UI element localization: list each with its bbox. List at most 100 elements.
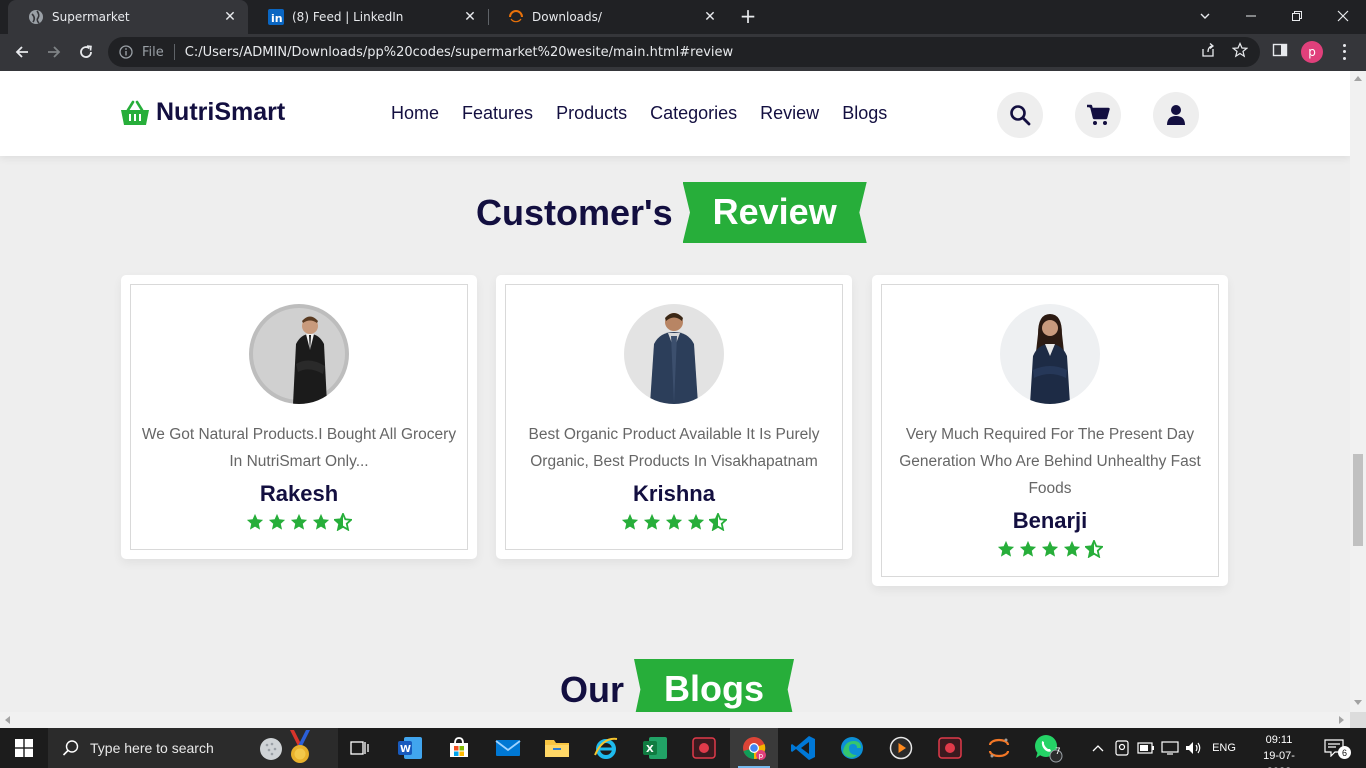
start-button[interactable] (0, 728, 48, 768)
taskbar-jupyter[interactable] (975, 728, 1023, 768)
rating-stars (516, 513, 832, 531)
screen-recorder-icon (692, 737, 716, 759)
svg-text:in: in (271, 12, 283, 25)
close-icon[interactable]: ✕ (702, 9, 718, 25)
restore-button[interactable] (1274, 0, 1320, 32)
forward-button[interactable] (40, 38, 68, 66)
show-hidden-icons-button[interactable] (1088, 728, 1108, 768)
scroll-up-arrow-icon[interactable] (1354, 76, 1362, 81)
golf-ball-icon (260, 738, 282, 760)
profile-avatar[interactable]: p (1301, 41, 1323, 63)
reload-icon (80, 45, 92, 58)
clock-time: 09:11 (1265, 734, 1293, 746)
scroll-left-arrow-icon[interactable] (5, 716, 10, 724)
star-icon (643, 513, 661, 530)
tray-volume[interactable] (1183, 728, 1205, 768)
bookmark-star-icon[interactable] (1231, 41, 1249, 59)
review-card-inner: Best Organic Product Available It Is Pur… (505, 284, 843, 550)
blogs-heading-plain: Our (560, 668, 625, 710)
share-icon[interactable] (1199, 41, 1217, 59)
tab-search-button[interactable] (1182, 0, 1228, 32)
logo-text: NutriSmart (156, 98, 286, 126)
tab-linkedin[interactable]: in (8) Feed | LinkedIn ✕ (248, 0, 488, 34)
nav-features[interactable]: Features (462, 103, 533, 124)
tray-network[interactable] (1159, 728, 1181, 768)
taskbar-excel[interactable]: X (631, 728, 679, 768)
taskbar-screen-recorder[interactable] (680, 728, 728, 768)
tray-language[interactable]: ENG (1208, 728, 1240, 768)
info-icon[interactable] (118, 44, 134, 60)
nav-products[interactable]: Products (556, 103, 627, 124)
excel-icon: X (643, 737, 667, 759)
menu-dots-icon[interactable] (1336, 42, 1352, 62)
review-card-inner: Very Much Required For The Present Day G… (881, 284, 1219, 577)
tray-battery[interactable] (1135, 728, 1157, 768)
taskbar-edge[interactable] (828, 728, 876, 768)
taskbar-media-player[interactable] (877, 728, 925, 768)
taskbar-internet-explorer[interactable] (582, 728, 630, 768)
taskbar-store[interactable] (435, 728, 483, 768)
cart-icon (1087, 104, 1110, 125)
nav-review[interactable]: Review (760, 103, 819, 124)
reload-button[interactable] (72, 38, 100, 66)
taskbar-vscode[interactable] (779, 728, 827, 768)
scrollbar-thumb[interactable] (1353, 454, 1363, 546)
search-icon (62, 740, 79, 756)
whatsapp-badge: 7 (1055, 747, 1061, 757)
play-circle-icon (889, 736, 913, 760)
tray-webcam[interactable] (1112, 728, 1132, 768)
nav-home[interactable]: Home (391, 103, 439, 124)
address-bar[interactable]: File C:/Users/ADMIN/Downloads/pp%20codes… (108, 37, 1260, 67)
review-card-inner: We Got Natural Products.I Bought All Gro… (130, 284, 468, 550)
review-heading-highlight: Review (682, 182, 867, 243)
review-heading-plain: Customer's (476, 191, 673, 233)
nav-blogs[interactable]: Blogs (842, 103, 887, 124)
task-view-button[interactable] (336, 728, 384, 768)
taskbar-file-explorer[interactable] (533, 728, 581, 768)
tab-title: Supermarket (52, 10, 130, 24)
taskbar-chrome[interactable]: p (730, 728, 778, 768)
review-text: We Got Natural Products.I Bought All Gro… (141, 426, 457, 470)
user-icon (1167, 105, 1185, 125)
tab-downloads[interactable]: Downloads/ ✕ (488, 0, 728, 34)
clock-date: 19-07-2023 (1263, 750, 1295, 768)
tab-supermarket[interactable]: Supermarket ✕ (8, 0, 248, 34)
scroll-right-arrow-icon[interactable] (1339, 716, 1344, 724)
taskbar-mail[interactable] (484, 728, 532, 768)
reviewer-photo (1000, 304, 1100, 404)
nav-categories[interactable]: Categories (650, 103, 737, 124)
rating-stars (141, 513, 457, 531)
linkedin-icon: in (268, 9, 284, 25)
notification-badge: 6 (1338, 746, 1351, 759)
cart-button[interactable] (1075, 92, 1121, 138)
star-icon (290, 513, 308, 530)
chevron-up-icon (1092, 745, 1104, 752)
user-button[interactable] (1153, 92, 1199, 138)
taskbar-whatsapp[interactable]: 7 (1024, 728, 1072, 768)
taskbar-screen-recorder-2[interactable] (926, 728, 974, 768)
arrow-left-icon (15, 46, 28, 58)
url-text[interactable]: C:/Users/ADMIN/Downloads/pp%20codes/supe… (185, 45, 733, 60)
close-icon[interactable]: ✕ (222, 9, 238, 25)
horizontal-scrollbar[interactable] (0, 712, 1350, 728)
review-text: Very Much Required For The Present Day G… (899, 426, 1201, 497)
back-button[interactable] (8, 38, 36, 66)
reviewer-name: Rakesh (259, 481, 339, 506)
svg-text:X: X (646, 744, 654, 755)
scheme-label: File (142, 44, 164, 60)
taskbar-search-box[interactable]: Type here to search (48, 728, 338, 768)
scroll-down-arrow-icon[interactable] (1354, 700, 1362, 705)
taskbar-word[interactable]: W (386, 728, 434, 768)
side-panel-icon[interactable] (1271, 41, 1289, 59)
vertical-scrollbar[interactable] (1350, 71, 1366, 712)
notification-center-button[interactable]: 6 (1316, 728, 1352, 768)
taskbar-clock[interactable]: 09:11 19-07-2023 (1256, 732, 1302, 768)
windows-taskbar: Type here to search W X p 7 ENG 09:11 19… (0, 728, 1366, 768)
minimize-button[interactable] (1228, 0, 1274, 32)
star-icon (246, 513, 264, 530)
logo[interactable]: NutriSmart (120, 98, 285, 127)
close-icon[interactable]: ✕ (462, 9, 478, 25)
new-tab-button[interactable]: + (737, 4, 759, 28)
search-button[interactable] (997, 92, 1043, 138)
close-window-button[interactable] (1320, 0, 1366, 32)
